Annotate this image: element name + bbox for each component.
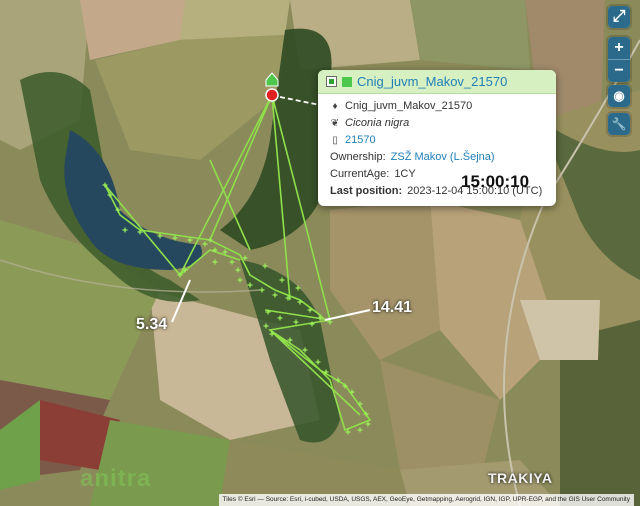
overlay-time: 15:00:10 — [461, 172, 530, 191]
tag-name-row: ♦ Cnig_juvm_Makov_21570 — [330, 98, 546, 115]
age-label: CurrentAge: — [330, 168, 390, 180]
age-value: 1CY — [394, 168, 416, 180]
annotation-right: 14.41 — [372, 299, 413, 316]
device-row: ▯ 21570 — [330, 132, 546, 149]
anitra-logo: anitra — [80, 465, 152, 492]
bird-icon: ❦ — [330, 118, 340, 129]
locate-icon[interactable]: ◉ — [608, 85, 630, 107]
zoom-control: + − — [608, 37, 630, 82]
place-label: TRAKIYA — [488, 470, 553, 486]
species-row: ❦ Ciconia nigra — [330, 115, 546, 132]
tag-icon: ♦ — [332, 101, 338, 112]
device-id-link[interactable]: 21570 — [345, 132, 376, 149]
zoom-out-button[interactable]: − — [608, 60, 630, 82]
locate-control: ◉ — [608, 85, 630, 107]
map-attribution[interactable]: Tiles © Esri — Source: Esri, i-cubed, US… — [218, 494, 634, 506]
current-position-marker[interactable] — [265, 88, 279, 102]
settings-control: 🔧 — [608, 113, 630, 135]
popup-title-link[interactable]: Cnig_juvm_Makov_21570 — [357, 74, 507, 89]
wrench-icon[interactable]: 🔧 — [608, 113, 630, 135]
track-color-swatch — [342, 76, 352, 87]
ownership-label: Ownership: — [330, 151, 386, 163]
device-icon: ▯ — [332, 135, 338, 146]
last-position-label: Last position: — [330, 185, 403, 197]
fullscreen-control: ⤢ — [608, 6, 630, 28]
ownership-row: Ownership: ZSŽ Makov (L.Šejna) — [330, 149, 546, 166]
popup-header: Cnig_juvm_Makov_21570 — [318, 70, 556, 94]
zoom-in-button[interactable]: + — [608, 37, 630, 60]
species-name: Ciconia nigra — [345, 117, 410, 129]
fullscreen-icon[interactable]: ⤢ — [608, 6, 630, 28]
visibility-checkbox[interactable] — [326, 76, 337, 87]
annotation-left: 5.34 — [136, 316, 168, 333]
ownership-link[interactable]: ZSŽ Makov (L.Šejna) — [391, 149, 495, 166]
tag-name: Cnig_juvm_Makov_21570 — [345, 100, 473, 112]
